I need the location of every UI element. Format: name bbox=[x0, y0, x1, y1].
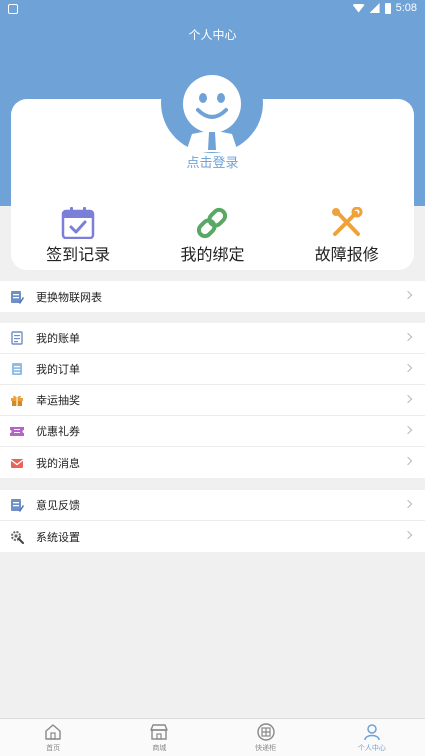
mail-icon bbox=[10, 458, 24, 468]
locker-icon bbox=[256, 723, 275, 741]
menu-item-coupons[interactable]: 优惠礼券 bbox=[0, 416, 425, 447]
edit-doc-icon bbox=[11, 290, 24, 304]
calendar-check-icon bbox=[61, 207, 95, 239]
quick-actions: 签到记录 我的绑定 故障报修 bbox=[11, 205, 414, 267]
menu-item-my-bill[interactable]: 我的账单 bbox=[0, 323, 425, 354]
signal-icon bbox=[369, 3, 380, 13]
status-time: 5:08 bbox=[395, 2, 417, 14]
status-icons: 5:08 bbox=[352, 2, 417, 14]
gift-icon bbox=[11, 395, 23, 406]
tab-label: 首页 bbox=[46, 744, 61, 752]
menu-item-label: 我的消息 bbox=[36, 456, 80, 470]
chevron-right-icon bbox=[403, 530, 413, 540]
menu-item-label: 我的账单 bbox=[36, 332, 80, 345]
user-icon bbox=[364, 724, 380, 741]
bottom-tab-bar: 首页 商城 快递柜 个人中心 bbox=[0, 718, 425, 756]
bill-icon bbox=[11, 331, 23, 345]
status-bar: 5:08 bbox=[0, 0, 425, 18]
menu-item-label: 系统设置 bbox=[36, 530, 80, 544]
quick-action-label: 我的绑定 bbox=[180, 245, 245, 264]
menu-item-system-settings[interactable]: 系统设置 bbox=[0, 521, 425, 552]
menu-group-account: 我的账单 我的订单 幸运抽奖 优惠礼券 我的消息 bbox=[0, 323, 425, 478]
tab-shop[interactable]: 商城 bbox=[106, 719, 212, 756]
quick-action-label: 故障报修 bbox=[314, 245, 379, 264]
menu-item-label: 意见反馈 bbox=[36, 499, 80, 512]
menu-item-change-iot-meter[interactable]: 更换物联网表 bbox=[0, 281, 425, 312]
menu-item-my-orders[interactable]: 我的订单 bbox=[0, 354, 425, 385]
avatar[interactable] bbox=[180, 72, 244, 152]
wifi-icon bbox=[352, 3, 365, 13]
shop-icon bbox=[150, 724, 169, 740]
menu-item-label: 幸运抽奖 bbox=[36, 394, 80, 407]
tab-label: 个人中心 bbox=[357, 744, 386, 752]
feedback-icon bbox=[11, 499, 24, 512]
wrench-screwdriver-icon bbox=[331, 207, 363, 236]
quick-action-repair-request[interactable]: 故障报修 bbox=[287, 205, 407, 267]
login-link[interactable]: 点击登录 bbox=[0, 152, 425, 171]
menu-item-label: 优惠礼券 bbox=[36, 425, 80, 438]
quick-action-my-bindings[interactable]: 我的绑定 bbox=[152, 205, 272, 267]
menu-item-my-messages[interactable]: 我的消息 bbox=[0, 447, 425, 478]
tab-personal-center[interactable]: 个人中心 bbox=[319, 719, 425, 756]
settings-icon bbox=[11, 530, 24, 544]
chevron-right-icon bbox=[403, 425, 413, 435]
tab-label: 商城 bbox=[152, 744, 167, 752]
notification-icon bbox=[8, 4, 18, 14]
order-icon bbox=[12, 363, 22, 375]
tab-home[interactable]: 首页 bbox=[0, 719, 106, 756]
chevron-right-icon bbox=[403, 332, 413, 342]
chevron-right-icon bbox=[403, 363, 413, 373]
menu-item-lucky-draw[interactable]: 幸运抽奖 bbox=[0, 385, 425, 416]
link-icon bbox=[197, 207, 228, 239]
menu-item-label: 我的订单 bbox=[36, 363, 80, 376]
home-icon bbox=[45, 724, 61, 740]
tab-label: 快递柜 bbox=[255, 744, 277, 752]
menu-item-feedback[interactable]: 意见反馈 bbox=[0, 490, 425, 521]
chevron-right-icon bbox=[403, 394, 413, 404]
menu-group-system: 意见反馈 系统设置 bbox=[0, 490, 425, 552]
page-title: 个人中心 bbox=[188, 28, 237, 42]
chevron-right-icon bbox=[403, 456, 413, 466]
quick-action-label: 签到记录 bbox=[46, 245, 111, 264]
coupon-icon bbox=[10, 427, 24, 436]
chevron-right-icon bbox=[403, 290, 413, 300]
menu-group-meter: 更换物联网表 bbox=[0, 281, 425, 312]
tab-parcel-locker[interactable]: 快递柜 bbox=[213, 719, 319, 756]
battery-icon bbox=[384, 2, 391, 14]
menu-item-label: 更换物联网表 bbox=[36, 290, 102, 304]
chevron-right-icon bbox=[403, 499, 413, 509]
quick-action-checkin-records[interactable]: 签到记录 bbox=[18, 205, 138, 267]
